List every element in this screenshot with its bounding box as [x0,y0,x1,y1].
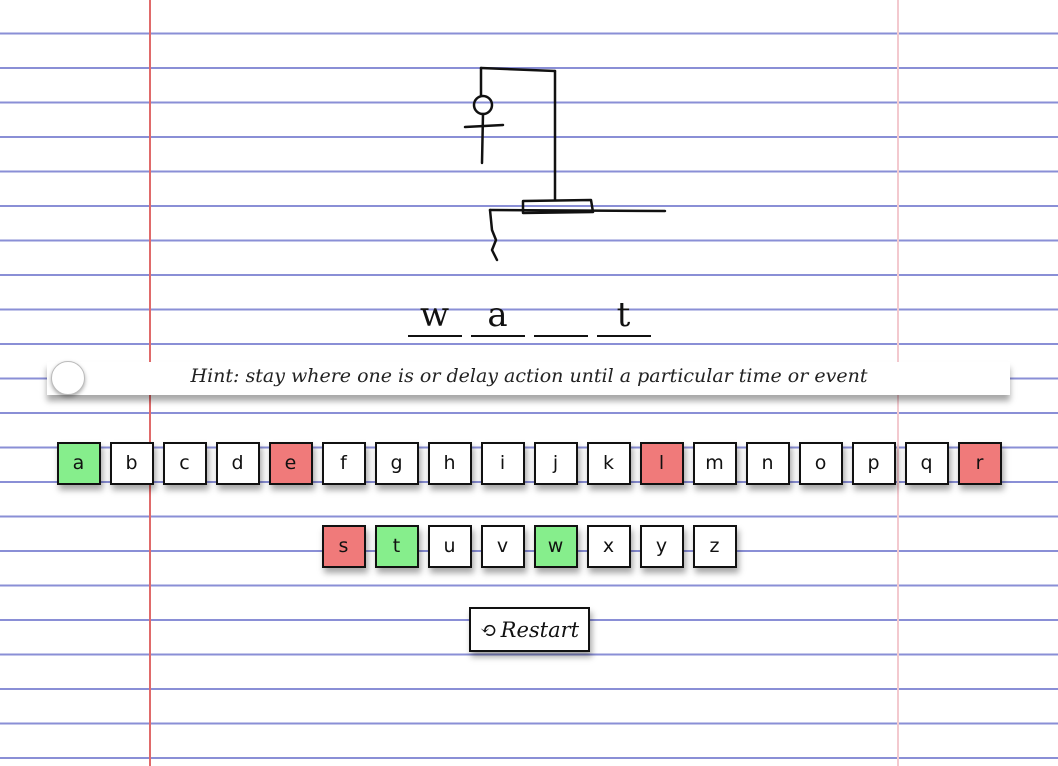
hangman-head [472,94,494,116]
letter-key-x[interactable]: x [586,525,631,568]
letter-key-v[interactable]: v [480,525,525,568]
cliff-edge [488,208,499,262]
letter-key-r[interactable]: r [957,442,1002,485]
keyboard-row-2: s t u v w x y z [0,525,1058,568]
letter-key-p[interactable]: p [851,442,896,485]
restart-icon: ⟲ [479,617,497,642]
letter-key-j[interactable]: j [533,442,578,485]
keyboard-row-1: a b c d e f g h i j k l m n o p q r [0,442,1058,485]
word-letter-slot: t [596,295,651,337]
letter-key-a[interactable]: a [56,442,101,485]
letter-key-t[interactable]: t [374,525,419,568]
hangman-arms [463,123,505,129]
word-display: w a t [0,295,1058,337]
letter-key-b[interactable]: b [109,442,154,485]
letter-key-s[interactable]: s [321,525,366,568]
gallows-beam [479,66,557,73]
letter-key-m[interactable]: m [692,442,737,485]
letter-key-k[interactable]: k [586,442,631,485]
letter-key-f[interactable]: f [321,442,366,485]
letter-key-q[interactable]: q [904,442,949,485]
letter-key-d[interactable]: d [215,442,260,485]
hint-text: Hint: stay where one is or delay action … [190,365,868,387]
letter-key-i[interactable]: i [480,442,525,485]
restart-button[interactable]: ⟲ Restart [469,607,590,652]
letter-key-n[interactable]: n [745,442,790,485]
letter-key-e[interactable]: e [268,442,313,485]
letter-key-c[interactable]: c [162,442,207,485]
hint-bar: Hint: stay where one is or delay action … [47,361,1010,395]
letter-key-g[interactable]: g [374,442,419,485]
letter-key-u[interactable]: u [427,525,472,568]
restart-label: Restart [500,617,580,642]
letter-key-l[interactable]: l [639,442,684,485]
word-letter-slot: a [470,295,525,337]
hangman-body [480,112,485,165]
letter-key-y[interactable]: y [639,525,684,568]
letter-key-w[interactable]: w [533,525,578,568]
gallows-ground [488,208,667,213]
letter-key-z[interactable]: z [692,525,737,568]
letter-key-h[interactable]: h [427,442,472,485]
word-letter-slot [533,295,588,337]
hangman-drawing [463,66,667,262]
word-letter-slot: w [407,295,462,337]
letter-key-o[interactable]: o [798,442,843,485]
